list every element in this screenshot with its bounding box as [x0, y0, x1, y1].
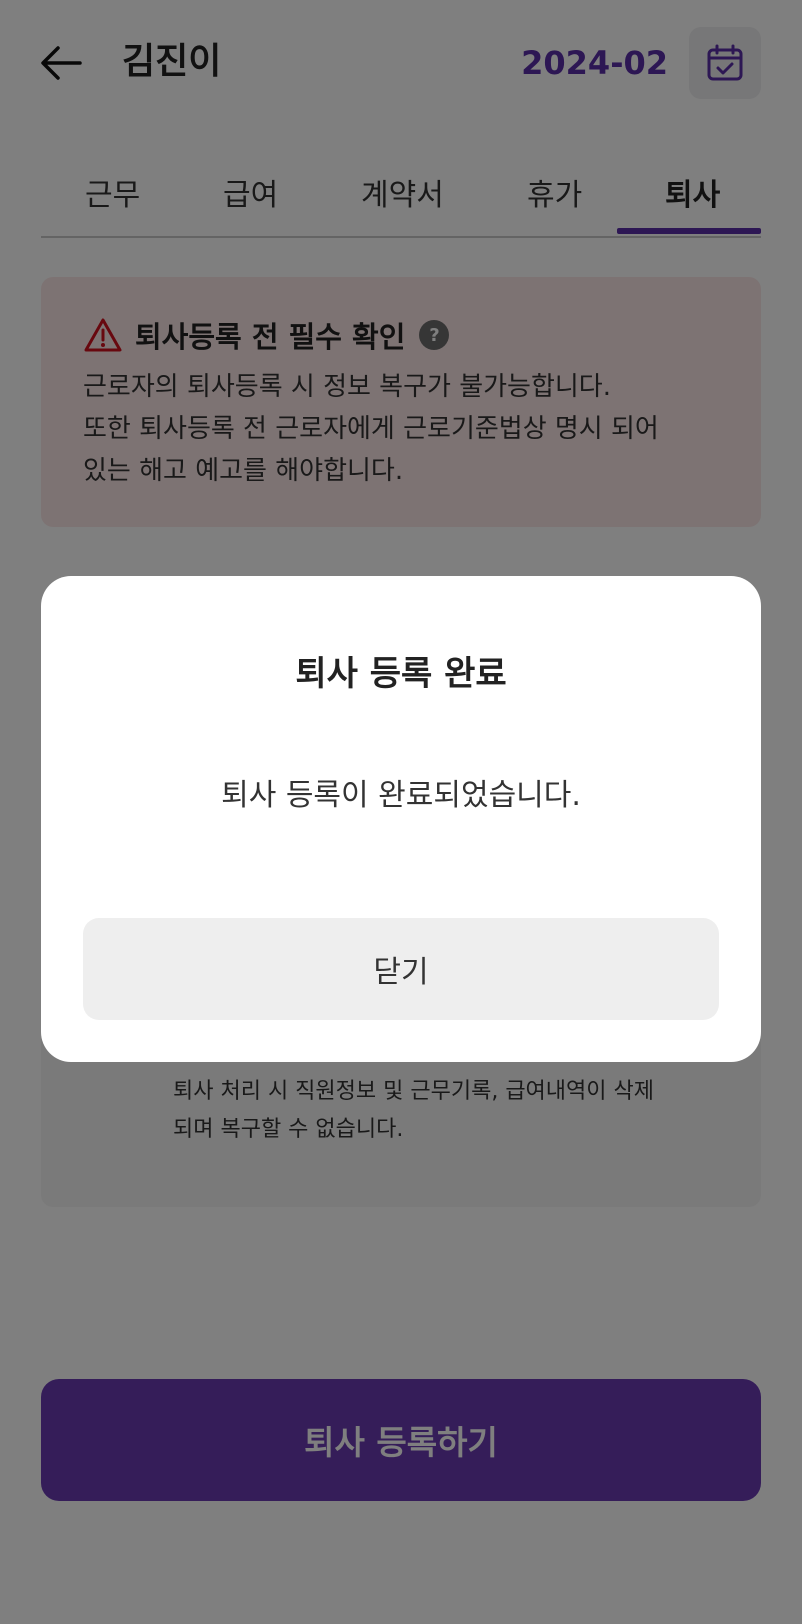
completion-dialog: 퇴사 등록 완료 퇴사 등록이 완료되었습니다. 닫기: [41, 576, 761, 1062]
close-button[interactable]: 닫기: [83, 918, 719, 1020]
dialog-message: 퇴사 등록이 완료되었습니다.: [221, 778, 581, 813]
dialog-title: 퇴사 등록 완료: [295, 654, 507, 694]
